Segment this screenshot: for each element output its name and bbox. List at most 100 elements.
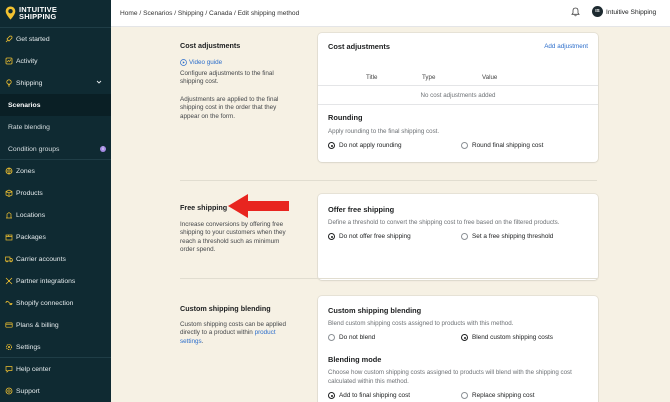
sidebar-item-label: Locations <box>16 211 46 219</box>
sidebar-item-packages[interactable]: Packages <box>0 226 111 248</box>
column-header-type: Type <box>422 74 436 81</box>
radio-label: Do not apply rounding <box>339 142 402 149</box>
radio-do-not-blend[interactable]: Do not blend <box>328 334 375 341</box>
sidebar-item-label: Partner integrations <box>16 277 76 285</box>
radio-label: Add to final shipping cost <box>339 392 411 399</box>
blending-mode-heading: Blending mode <box>328 355 382 364</box>
radio-replace-shipping[interactable]: Replace shipping cost <box>461 392 535 399</box>
card-title: Custom shipping blending <box>328 306 422 315</box>
cost-adjustments-heading: Cost adjustments <box>180 41 241 50</box>
sidebar-item-condition-groups[interactable]: Condition groups i <box>0 138 111 160</box>
section-divider <box>318 104 598 105</box>
bell-icon[interactable] <box>571 7 580 17</box>
card-title: Cost adjustments <box>328 42 391 51</box>
sidebar-item-shipping[interactable]: Shipping <box>0 72 111 94</box>
sidebar-item-settings[interactable]: Settings <box>0 336 111 358</box>
sidebar-item-label: Products <box>16 189 43 197</box>
connection-icon <box>5 299 13 307</box>
sidebar-item-zones[interactable]: Zones <box>0 160 111 182</box>
avatar[interactable]: IS <box>592 6 603 17</box>
sidebar-item-support[interactable]: Support <box>0 380 111 402</box>
sidebar-item-carrier-accounts[interactable]: Carrier accounts <box>0 248 111 270</box>
radio-indicator <box>328 392 335 399</box>
free-shipping-heading: Free shipping <box>180 203 228 212</box>
radio-indicator <box>461 233 468 240</box>
sidebar-item-label: Condition groups <box>8 145 60 153</box>
custom-blending-card: Custom shipping blending Blend custom sh… <box>318 296 598 402</box>
play-icon <box>180 59 187 66</box>
free-shipping-card-description: Define a threshold to convert the shippi… <box>328 219 560 226</box>
video-guide-label: Video guide <box>189 59 223 66</box>
add-adjustment-button[interactable]: Add adjustment <box>544 43 588 50</box>
brand-logo[interactable]: INTUITIVE SHIPPING <box>0 0 111 26</box>
sidebar-item-label: Shipping <box>16 79 43 87</box>
sidebar-item-label: Packages <box>16 233 46 241</box>
sidebar-item-label: Activity <box>16 57 38 65</box>
rounding-description: Apply rounding to the final shipping cos… <box>328 128 440 135</box>
custom-blending-heading: Custom shipping blending <box>180 304 271 313</box>
sidebar-item-label: Get started <box>16 35 50 43</box>
sidebar-item-label: Support <box>16 387 40 395</box>
sidebar: INTUITIVE SHIPPING Get started Activity … <box>0 0 111 402</box>
rocket-icon <box>5 35 13 43</box>
sidebar-item-scenarios[interactable]: Scenarios <box>0 94 111 116</box>
billing-icon <box>5 321 13 329</box>
package-icon <box>5 233 13 241</box>
gear-icon <box>5 343 13 351</box>
radio-no-free-shipping[interactable]: Do not offer free shipping <box>328 233 411 240</box>
sidebar-nav: Get started Activity Shipping Scenarios … <box>0 27 111 402</box>
location-pin-icon <box>5 6 16 20</box>
cost-adjustments-order-note: Adjustments are applied to the final shi… <box>180 96 279 120</box>
custom-blending-description: Custom shipping costs can be applied dir… <box>180 321 292 346</box>
box-icon <box>5 189 13 197</box>
radio-label: Set a free shipping threshold <box>472 233 554 240</box>
free-shipping-card: Offer free shipping Define a threshold t… <box>318 194 598 280</box>
column-header-title: Title <box>366 74 378 81</box>
radio-round-final[interactable]: Round final shipping cost <box>461 142 543 149</box>
sidebar-item-products[interactable]: Products <box>0 182 111 204</box>
free-shipping-description: Increase conversions by offering free sh… <box>180 221 286 254</box>
sidebar-item-label: Help center <box>16 365 51 373</box>
sidebar-item-locations[interactable]: Locations <box>0 204 111 226</box>
sidebar-item-get-started[interactable]: Get started <box>0 28 111 50</box>
video-guide-link[interactable]: Video guide <box>180 59 222 66</box>
sidebar-item-plans-billing[interactable]: Plans & billing <box>0 314 111 336</box>
radio-blend-custom[interactable]: Blend custom shipping costs <box>461 334 553 341</box>
radio-label: Do not offer free shipping <box>339 233 411 240</box>
sidebar-item-partner-integrations[interactable]: Partner integrations <box>0 270 111 292</box>
cost-adjustments-description: Configure adjustments to the final shipp… <box>180 70 274 86</box>
radio-indicator <box>461 392 468 399</box>
sidebar-item-activity[interactable]: Activity <box>0 50 111 72</box>
sidebar-item-rate-blending[interactable]: Rate blending <box>0 116 111 138</box>
blending-mode-description-1: Choose how custom shipping costs assigne… <box>328 369 572 376</box>
breadcrumb[interactable]: Home / Scenarios / Shipping / Canada / E… <box>120 10 299 17</box>
radio-add-to-final[interactable]: Add to final shipping cost <box>328 392 410 399</box>
sidebar-item-label: Shopify connection <box>16 299 74 307</box>
radio-label: Blend custom shipping costs <box>472 334 553 341</box>
globe-icon <box>5 167 13 175</box>
brand-line-2: SHIPPING <box>19 12 57 21</box>
truck-icon <box>5 255 13 263</box>
rounding-heading: Rounding <box>328 113 363 122</box>
help-icon <box>5 387 13 395</box>
location-icon <box>5 211 13 219</box>
bulb-icon <box>5 79 13 87</box>
sidebar-item-label: Carrier accounts <box>16 255 66 263</box>
user-name[interactable]: Intuitive Shipping <box>606 9 656 16</box>
custom-blending-card-description: Blend custom shipping costs assigned to … <box>328 320 514 327</box>
info-badge: i <box>100 146 106 152</box>
radio-indicator <box>328 334 335 341</box>
radio-free-shipping-threshold[interactable]: Set a free shipping threshold <box>461 233 553 240</box>
radio-label: Do not blend <box>339 334 376 341</box>
section-divider <box>180 180 597 181</box>
chevron-down-icon[interactable] <box>96 79 102 85</box>
column-header-value: Value <box>482 74 498 81</box>
brand-name: INTUITIVE SHIPPING <box>19 5 57 21</box>
card-title: Offer free shipping <box>328 205 395 214</box>
sidebar-item-label: Settings <box>16 343 41 351</box>
sidebar-item-shopify-connection[interactable]: Shopify connection <box>0 292 111 314</box>
main-content: Cost adjustments Video guide Configure a… <box>111 28 670 402</box>
radio-indicator <box>461 142 468 149</box>
sidebar-item-help-center[interactable]: Help center <box>0 358 111 380</box>
radio-do-not-round[interactable]: Do not apply rounding <box>328 142 402 149</box>
